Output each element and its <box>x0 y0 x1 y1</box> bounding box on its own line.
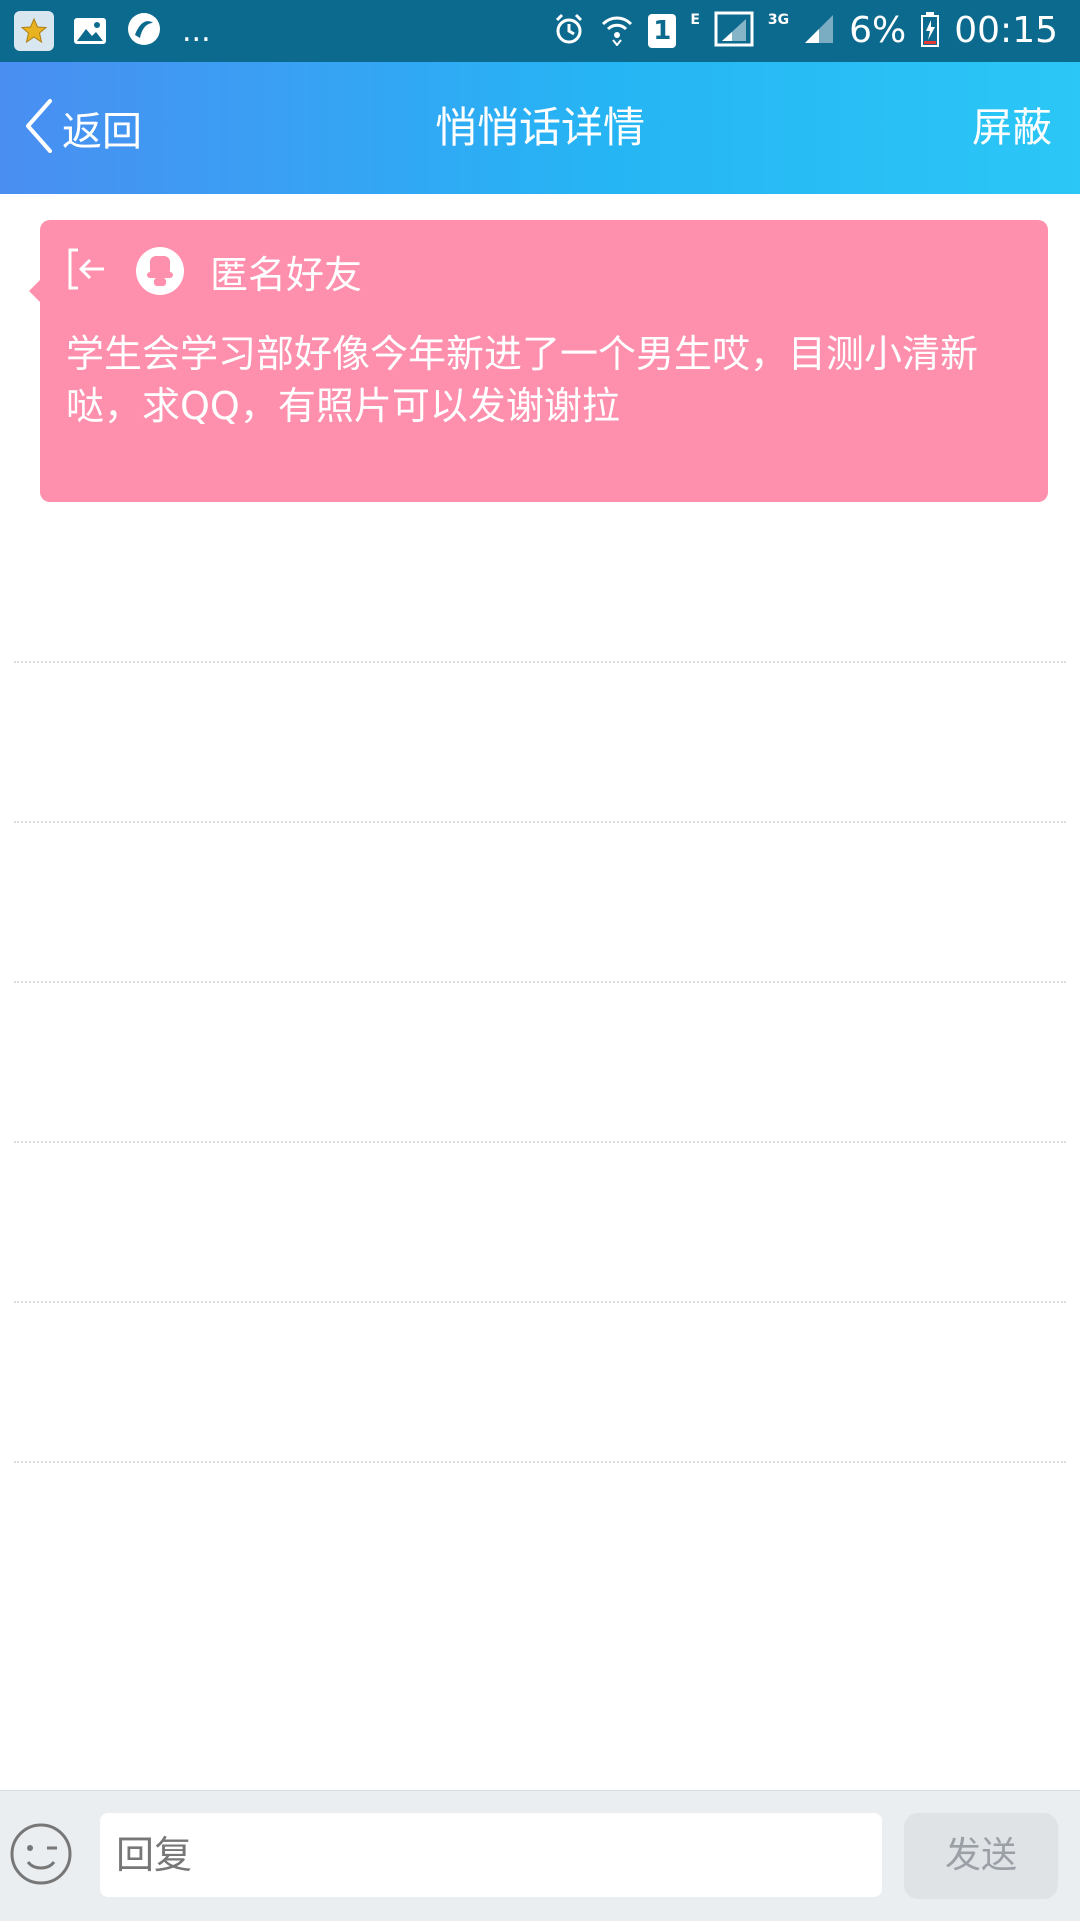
network-type-3g: 3G <box>767 12 790 28</box>
signal-icon-1 <box>714 11 754 51</box>
status-notifications: ... <box>14 8 211 54</box>
more-notifications: ... <box>182 13 211 49</box>
reply-bar: 发送 <box>0 1790 1080 1921</box>
wink-face-icon <box>10 1823 72 1885</box>
message-header: 匿名好友 <box>64 246 363 297</box>
gallery-icon <box>70 11 110 51</box>
sim-badge: 1 <box>648 14 677 48</box>
message-card: 匿名好友 学生会学习部好像今年新进了一个男生哎，目测小清新哒，求QQ，有照片可以… <box>29 220 1048 502</box>
anonymous-avatar-icon <box>136 247 184 295</box>
browser-icon <box>126 11 162 51</box>
battery-icon <box>920 11 940 51</box>
emoji-button[interactable] <box>8 1821 74 1887</box>
dotted-divider <box>14 1301 1066 1303</box>
battery-percent: 6% <box>849 10 907 51</box>
dotted-divider <box>14 1461 1066 1463</box>
dotted-divider <box>14 981 1066 983</box>
alarm-icon <box>552 12 586 50</box>
block-button[interactable]: 屏蔽 <box>972 98 1052 158</box>
dotted-divider <box>14 1141 1066 1143</box>
header-bar: 返回 悄悄话详情 屏蔽 <box>0 62 1080 194</box>
star-app-icon <box>14 11 54 51</box>
page-title: 悄悄话详情 <box>434 103 645 152</box>
message-text: 学生会学习部好像今年新进了一个男生哎，目测小清新哒，求QQ，有照片可以发谢谢拉 <box>66 332 979 428</box>
exit-arrow-icon[interactable] <box>64 246 110 296</box>
sender-name: 匿名好友 <box>210 252 363 297</box>
status-indicators: 1 E 3G 6% 00:15 <box>552 8 1058 54</box>
reply-input[interactable] <box>100 1813 882 1897</box>
signal-icon-2 <box>803 13 835 49</box>
wifi-icon <box>600 12 634 50</box>
network-type-e: E <box>690 12 700 28</box>
send-button[interactable]: 发送 <box>904 1813 1058 1899</box>
dotted-divider <box>14 821 1066 823</box>
dotted-divider <box>14 661 1066 663</box>
status-bar: ... 1 E 3G 6% 00:15 <box>0 0 1080 62</box>
clock: 00:15 <box>954 10 1058 51</box>
